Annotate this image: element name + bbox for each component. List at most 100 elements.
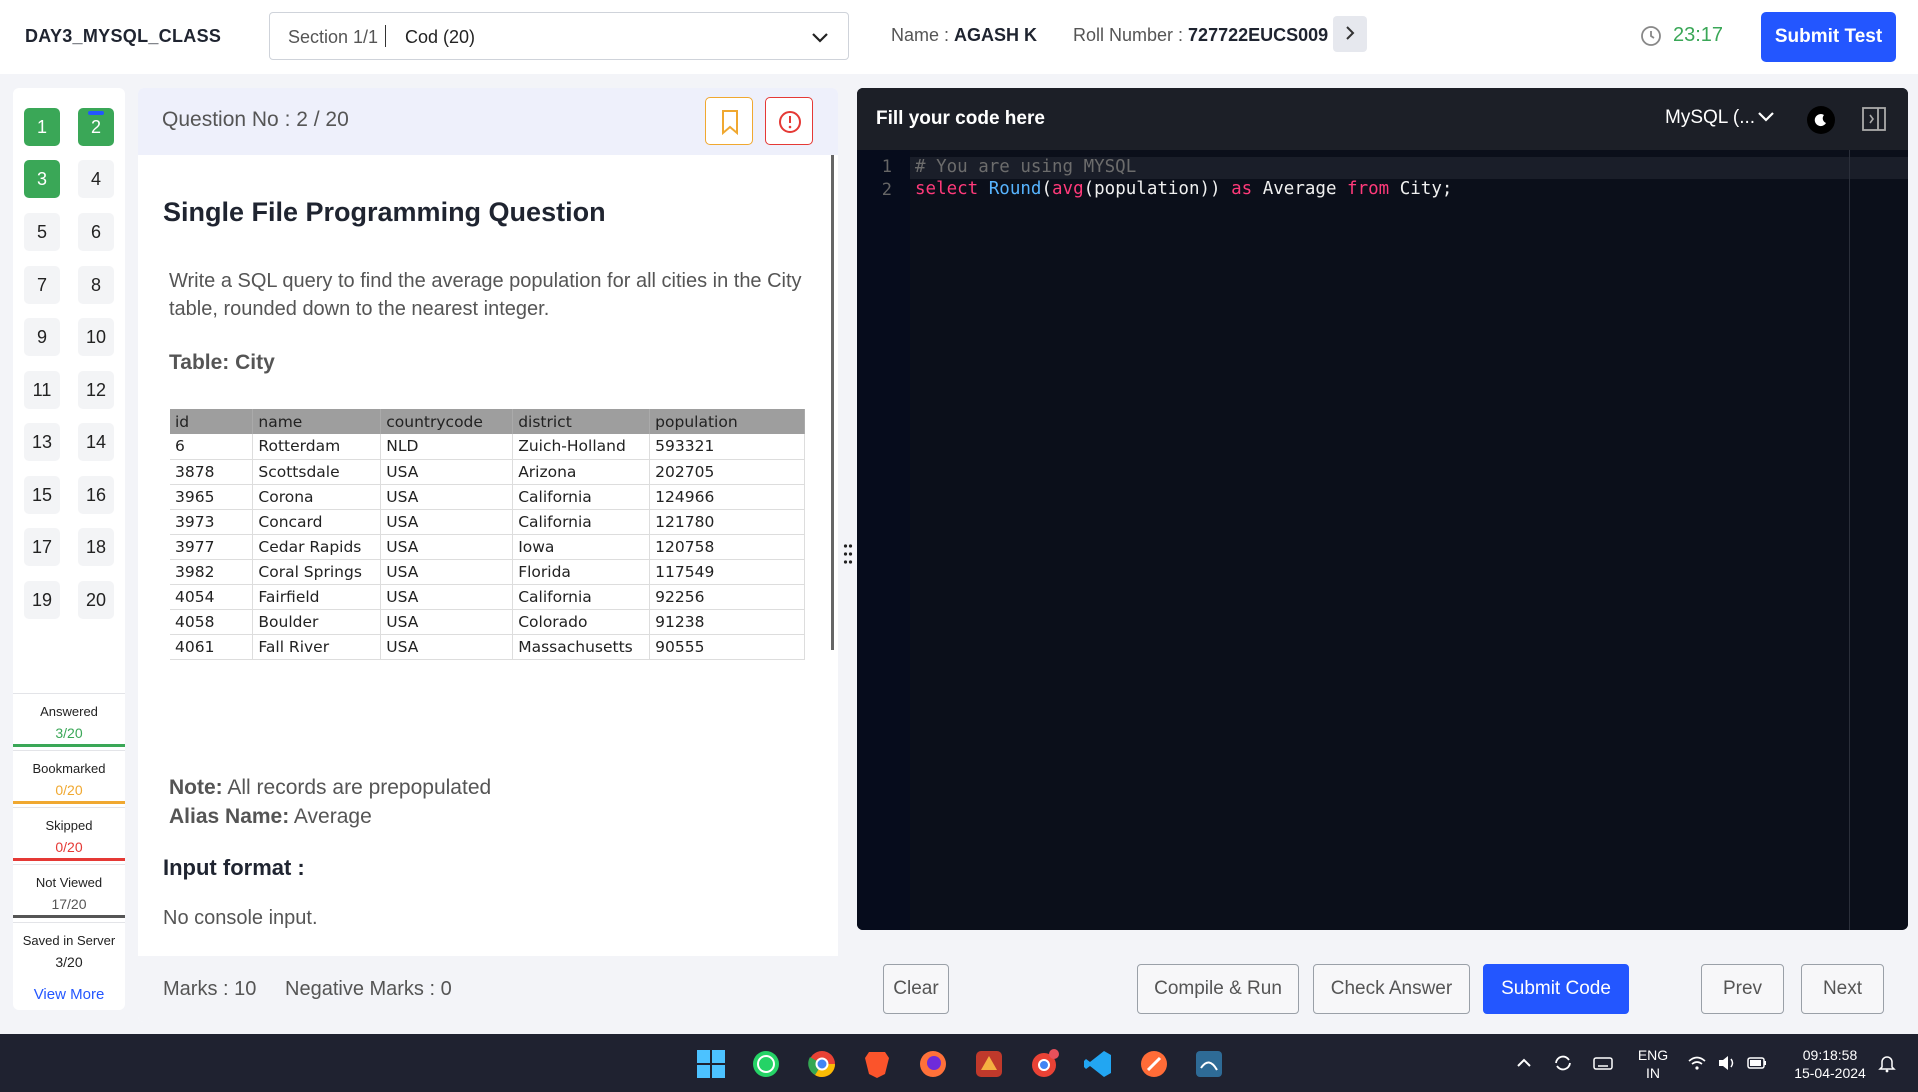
chrome-icon[interactable] bbox=[806, 1048, 838, 1080]
drag-handle-icon[interactable] bbox=[843, 543, 853, 565]
alias-label: Alias Name: bbox=[169, 805, 290, 828]
clear-button[interactable]: Clear bbox=[883, 964, 949, 1014]
question-button-6[interactable]: 6 bbox=[78, 213, 114, 251]
table-caption: Table: City bbox=[169, 351, 275, 374]
table-cell: Fairfield bbox=[252, 584, 382, 610]
volume-icon[interactable] bbox=[1716, 1052, 1738, 1074]
submit-code-button[interactable]: Submit Code bbox=[1483, 964, 1629, 1014]
brave-icon[interactable] bbox=[861, 1048, 893, 1080]
game-icon[interactable] bbox=[973, 1048, 1005, 1080]
name-value: AGASH K bbox=[954, 25, 1038, 45]
question-button-20[interactable]: 20 bbox=[78, 581, 114, 619]
stat-not-viewed: Not Viewed 17/20 bbox=[13, 864, 125, 918]
table-cell: USA bbox=[380, 534, 514, 560]
stat-skipped: Skipped 0/20 bbox=[13, 807, 125, 861]
chevron-down-icon[interactable] bbox=[1757, 110, 1775, 124]
question-scrollbar[interactable] bbox=[831, 155, 834, 650]
table-cell: 3977 bbox=[170, 534, 254, 560]
table-cell: 6 bbox=[170, 434, 254, 460]
expand-details-button[interactable] bbox=[1333, 16, 1367, 52]
line-number: 2 bbox=[881, 180, 892, 200]
print-margin-line bbox=[1849, 150, 1850, 930]
notification-bell-icon[interactable] bbox=[1876, 1052, 1898, 1074]
chevron-up-icon[interactable] bbox=[1513, 1052, 1535, 1074]
vscode-icon[interactable] bbox=[1082, 1048, 1114, 1080]
theme-toggle-button[interactable] bbox=[1807, 106, 1835, 134]
collapse-panel-icon[interactable] bbox=[1861, 106, 1887, 132]
stat-label: Saved in Server bbox=[22, 933, 116, 948]
stat-label: Answered bbox=[40, 704, 98, 719]
table-cell: Scottsdale bbox=[252, 459, 382, 485]
sync-icon[interactable] bbox=[1552, 1052, 1574, 1074]
question-button-5[interactable]: 5 bbox=[24, 213, 60, 251]
submit-test-button[interactable]: Submit Test bbox=[1761, 12, 1896, 62]
note-value: All records are prepopulated bbox=[227, 776, 492, 799]
question-button-8[interactable]: 8 bbox=[78, 266, 114, 304]
check-answer-button[interactable]: Check Answer bbox=[1313, 964, 1470, 1014]
current-question-marker bbox=[88, 111, 104, 115]
question-button-14[interactable]: 14 bbox=[78, 423, 114, 461]
question-button-15[interactable]: 15 bbox=[24, 476, 60, 514]
battery-icon[interactable] bbox=[1746, 1052, 1768, 1074]
report-button[interactable] bbox=[765, 97, 813, 145]
line-number-gutter: 1 2 bbox=[857, 150, 910, 930]
question-button-10[interactable]: 10 bbox=[78, 318, 114, 356]
alias-line: Alias Name: Average bbox=[169, 802, 491, 831]
system-clock[interactable]: 09:18:58 15-04-2024 bbox=[1787, 1046, 1873, 1082]
chevron-right-icon bbox=[1346, 26, 1355, 40]
test-title: DAY3_MYSQL_CLASS bbox=[25, 26, 222, 46]
table-cell: Arizona bbox=[512, 459, 651, 485]
question-button-18[interactable]: 18 bbox=[78, 528, 114, 566]
question-button-19[interactable]: 19 bbox=[24, 581, 60, 619]
timer: 23:17 bbox=[1673, 24, 1724, 46]
question-button-11[interactable]: 11 bbox=[24, 371, 60, 409]
alias-value: Average bbox=[293, 805, 372, 828]
wifi-icon[interactable] bbox=[1686, 1052, 1708, 1074]
postman-icon[interactable] bbox=[1138, 1048, 1170, 1080]
view-more-link[interactable]: View More bbox=[13, 986, 125, 1003]
table-cell: Colorado bbox=[512, 609, 651, 635]
whatsapp-icon[interactable] bbox=[750, 1048, 782, 1080]
section-dropdown[interactable]: Section 1/1 Cod (20) bbox=[269, 12, 849, 60]
table-row: 3977 Cedar Rapids USA Iowa 120758 bbox=[170, 534, 805, 560]
code-token: (population)) bbox=[1083, 179, 1232, 199]
question-button-4[interactable]: 4 bbox=[78, 160, 114, 198]
compile-run-button[interactable]: Compile & Run bbox=[1137, 964, 1299, 1014]
moon-icon bbox=[1814, 114, 1826, 127]
question-button-1[interactable]: 1 bbox=[24, 108, 60, 146]
language-select[interactable]: MySQL (... bbox=[1665, 107, 1755, 129]
stat-saved-in-server: Saved in Server 3/20 bbox=[13, 922, 125, 976]
question-button-3[interactable]: 3 bbox=[24, 160, 60, 198]
keyboard-icon[interactable] bbox=[1592, 1052, 1614, 1074]
question-button-17[interactable]: 17 bbox=[24, 528, 60, 566]
language-indicator[interactable]: ENG IN bbox=[1635, 1046, 1671, 1082]
table-cell: Fall River bbox=[252, 634, 382, 660]
stat-value: 3/20 bbox=[55, 954, 83, 970]
table-row: 3982 Coral Springs USA Florida 117549 bbox=[170, 559, 805, 585]
prev-button[interactable]: Prev bbox=[1701, 964, 1784, 1014]
question-button-9[interactable]: 9 bbox=[24, 318, 60, 356]
table-cell: 3965 bbox=[170, 484, 254, 510]
input-format-title: Input format : bbox=[163, 855, 305, 880]
question-button-7[interactable]: 7 bbox=[24, 266, 60, 304]
firefox-icon[interactable] bbox=[917, 1048, 949, 1080]
clock-time: 09:18:58 bbox=[1802, 1047, 1858, 1063]
bookmark-button[interactable] bbox=[705, 97, 753, 145]
table-cell: Boulder bbox=[252, 609, 382, 635]
chrome-profile-icon[interactable] bbox=[1028, 1048, 1060, 1080]
marks: Marks : 10 bbox=[163, 978, 257, 1000]
table-cell: California bbox=[512, 484, 651, 510]
top-header: DAY3_MYSQL_CLASS Section 1/1 Cod (20) Na… bbox=[0, 0, 1918, 74]
table-header-row: id name countrycode district population bbox=[170, 409, 805, 434]
question-button-16[interactable]: 16 bbox=[78, 476, 114, 514]
question-button-12[interactable]: 12 bbox=[78, 371, 114, 409]
next-button[interactable]: Next bbox=[1801, 964, 1884, 1014]
mysql-workbench-icon[interactable] bbox=[1193, 1048, 1225, 1080]
table-cell: 3878 bbox=[170, 459, 254, 485]
question-button-2[interactable]: 2 bbox=[78, 108, 114, 146]
table-header-cell: id bbox=[170, 409, 254, 434]
windows-start-icon[interactable] bbox=[695, 1048, 727, 1080]
code-input-area[interactable]: # You are using MYSQL select Round(avg(p… bbox=[910, 150, 1908, 930]
question-button-13[interactable]: 13 bbox=[24, 423, 60, 461]
clock-date: 15-04-2024 bbox=[1794, 1065, 1866, 1081]
